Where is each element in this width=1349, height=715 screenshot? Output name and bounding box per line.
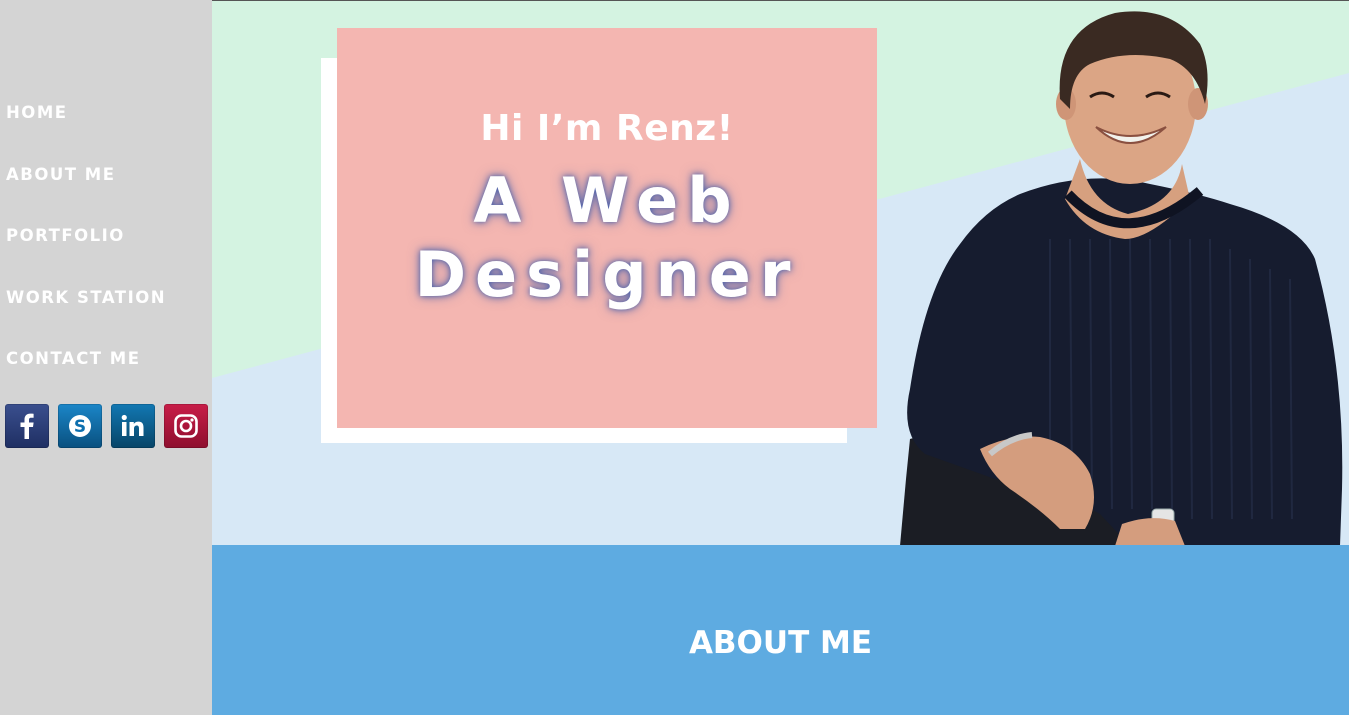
facebook-button[interactable] [5, 404, 49, 448]
nav-item-portfolio[interactable]: PORTFOLIO [6, 225, 166, 287]
intro-card: Hi I’m Renz! A Web Designer [337, 28, 877, 428]
social-links: S [5, 404, 208, 448]
profile-photo [900, 11, 1343, 545]
sidebar: HOME ABOUT ME PORTFOLIO WORK STATION CON… [0, 0, 212, 715]
hero-greeting: Hi I’m Renz! [480, 108, 734, 149]
svg-text:S: S [74, 417, 86, 437]
instagram-button[interactable] [164, 404, 208, 448]
about-section: ABOUT ME [212, 545, 1349, 715]
skype-icon: S [66, 412, 94, 440]
hero-section: Hi I’m Renz! A Web Designer [212, 0, 1349, 545]
nav-item-about-me[interactable]: ABOUT ME [6, 164, 166, 226]
about-heading: ABOUT ME [688, 625, 873, 661]
hero-role-line-2: Designer [414, 238, 800, 311]
skype-button[interactable]: S [58, 404, 102, 448]
nav-item-work-station[interactable]: WORK STATION [6, 287, 166, 349]
instagram-icon [173, 413, 199, 439]
linkedin-button[interactable] [111, 404, 155, 448]
nav-item-contact-me[interactable]: CONTACT ME [6, 348, 166, 410]
hero-role-line-1: A Web [473, 164, 741, 237]
main-nav: HOME ABOUT ME PORTFOLIO WORK STATION CON… [6, 102, 166, 410]
hero-role: A Web Designer [337, 164, 877, 312]
nav-item-home[interactable]: HOME [6, 102, 166, 164]
linkedin-icon [120, 414, 146, 438]
facebook-icon [16, 413, 38, 439]
